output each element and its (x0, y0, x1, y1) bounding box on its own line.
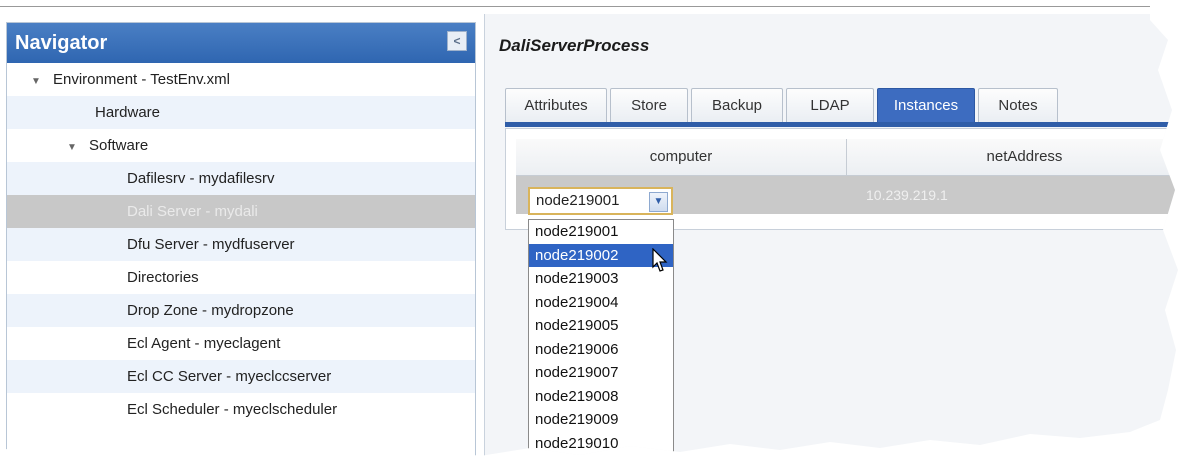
dropdown-option[interactable]: node219005 (529, 314, 673, 338)
tree-item-label: Ecl CC Server - myeclccserver (127, 368, 332, 385)
mouse-cursor-icon (652, 248, 668, 272)
tree-item[interactable]: Ecl CC Server - myeclccserver (7, 360, 475, 393)
navigator-header: Navigator < (7, 23, 475, 63)
tab-backup[interactable]: Backup (691, 88, 783, 122)
window-top-border (0, 6, 1150, 7)
tree-item[interactable]: Ecl Scheduler - myeclscheduler (7, 393, 475, 426)
tree-item-label: Dafilesrv - mydafilesrv (127, 170, 275, 187)
app-window: Navigator < ▼ Environment - TestEnv.xml Ha… (0, 0, 1178, 456)
tab-notes[interactable]: Notes (978, 88, 1058, 122)
chevron-left-icon: < (453, 34, 461, 48)
tree-item-label: Hardware (95, 104, 161, 121)
tree-item[interactable]: Directories (7, 261, 475, 294)
dropdown-option[interactable]: node219009 (529, 408, 673, 432)
navigator-title: Navigator (15, 32, 108, 54)
tree-item-label: Ecl Agent - myeclagent (127, 335, 281, 352)
tab-store[interactable]: Store (610, 88, 688, 122)
dropdown-option[interactable]: node219010 (529, 432, 673, 456)
tab-attributes[interactable]: Attributes (505, 88, 607, 122)
grid-header: computer netAddress (516, 139, 1178, 176)
dropdown-option[interactable]: node219004 (529, 291, 673, 315)
computer-select[interactable]: node219001 ▼ (528, 187, 673, 215)
dropdown-option[interactable]: node219006 (529, 338, 673, 362)
tree-item[interactable]: Ecl Agent - myeclagent (7, 327, 475, 360)
tree-item-label: Dali Server - mydali (127, 203, 258, 220)
column-header-netaddress[interactable]: netAddress (847, 139, 1178, 175)
tree-item-label: Software (89, 137, 149, 154)
navigator-tree: ▼ Environment - TestEnv.xml Hardware ▼ Softw… (7, 63, 475, 426)
netaddress-cell[interactable]: 10.239.219.1 (866, 176, 948, 214)
chevron-down-icon[interactable]: ▼ (649, 192, 668, 212)
tab-instances[interactable]: Instances (877, 88, 975, 122)
collapse-panel-button[interactable]: < (447, 31, 467, 51)
tab-ldap[interactable]: LDAP (786, 88, 874, 122)
tree-item[interactable]: Drop Zone - mydropzone (7, 294, 475, 327)
tree-item-label: Directories (127, 269, 199, 286)
tree-item[interactable]: Dafilesrv - mydafilesrv (7, 162, 475, 195)
tree-item[interactable]: Dfu Server - mydfuserver (7, 228, 475, 261)
dropdown-option[interactable]: node219008 (529, 385, 673, 409)
tree-item[interactable]: Dali Server - mydali (7, 195, 475, 228)
tab-underline (505, 122, 1178, 127)
page-title: DaliServerProcess (499, 36, 650, 55)
expand-toggle-icon[interactable]: ▼ (67, 131, 81, 164)
tree-item[interactable]: Hardware (7, 96, 475, 129)
computer-select-value: node219001 (536, 192, 620, 209)
expand-toggle-icon[interactable]: ▼ (31, 65, 45, 98)
tree-item-label: Ecl Scheduler - myeclscheduler (127, 401, 338, 418)
tree-item-label: Drop Zone - mydropzone (127, 302, 294, 319)
dropdown-option[interactable]: node219001 (529, 220, 673, 244)
tree-item-label: Environment - TestEnv.xml (53, 71, 231, 88)
tree-item-label: Dfu Server - mydfuserver (127, 236, 295, 253)
dropdown-option[interactable]: node219007 (529, 361, 673, 385)
column-header-computer[interactable]: computer (516, 139, 847, 175)
tree-item[interactable]: ▼ Environment - TestEnv.xml (7, 63, 475, 96)
navigator-panel: Navigator < ▼ Environment - TestEnv.xml Ha… (6, 22, 476, 456)
tree-item[interactable]: ▼ Software (7, 129, 475, 162)
